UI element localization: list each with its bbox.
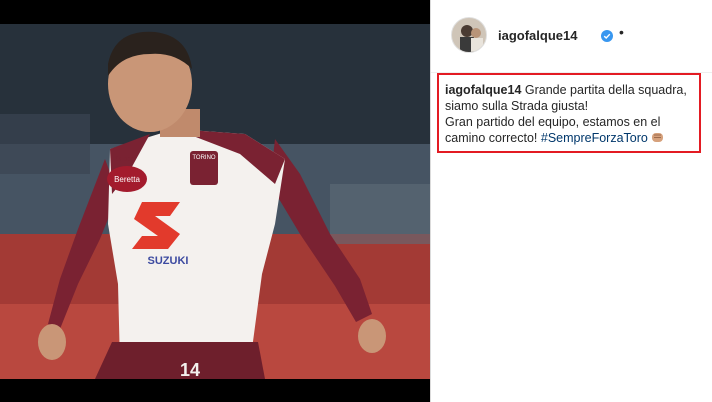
post-side-panel: iagofalque14 • iagofalque14 Grande parti… bbox=[431, 0, 712, 402]
post-photo[interactable]: TORINO Beretta Kappa SUZUKI 14 bbox=[0, 24, 430, 379]
photo-crest-text: TORINO bbox=[192, 155, 216, 161]
post-media-pane: TORINO Beretta Kappa SUZUKI 14 bbox=[0, 0, 430, 402]
photo-brand: Kappa bbox=[113, 156, 135, 163]
more-options-icon[interactable]: • bbox=[619, 24, 624, 40]
verified-badge-icon bbox=[601, 29, 613, 42]
caption-hashtag[interactable]: #SempreForzaToro bbox=[541, 131, 648, 145]
fist-emoji-icon bbox=[651, 131, 664, 142]
photo-shorts-number: 14 bbox=[180, 360, 200, 379]
photo-main-sponsor: SUZUKI bbox=[148, 255, 189, 267]
caption-username[interactable]: iagofalque14 bbox=[445, 83, 521, 97]
post-caption: iagofalque14 Grande partita della squadr… bbox=[445, 82, 701, 146]
photo-chest-sponsor: Beretta bbox=[114, 175, 140, 184]
avatar[interactable] bbox=[451, 17, 487, 53]
post-username[interactable]: iagofalque14 bbox=[498, 28, 577, 43]
post-header: iagofalque14 • bbox=[431, 0, 712, 73]
